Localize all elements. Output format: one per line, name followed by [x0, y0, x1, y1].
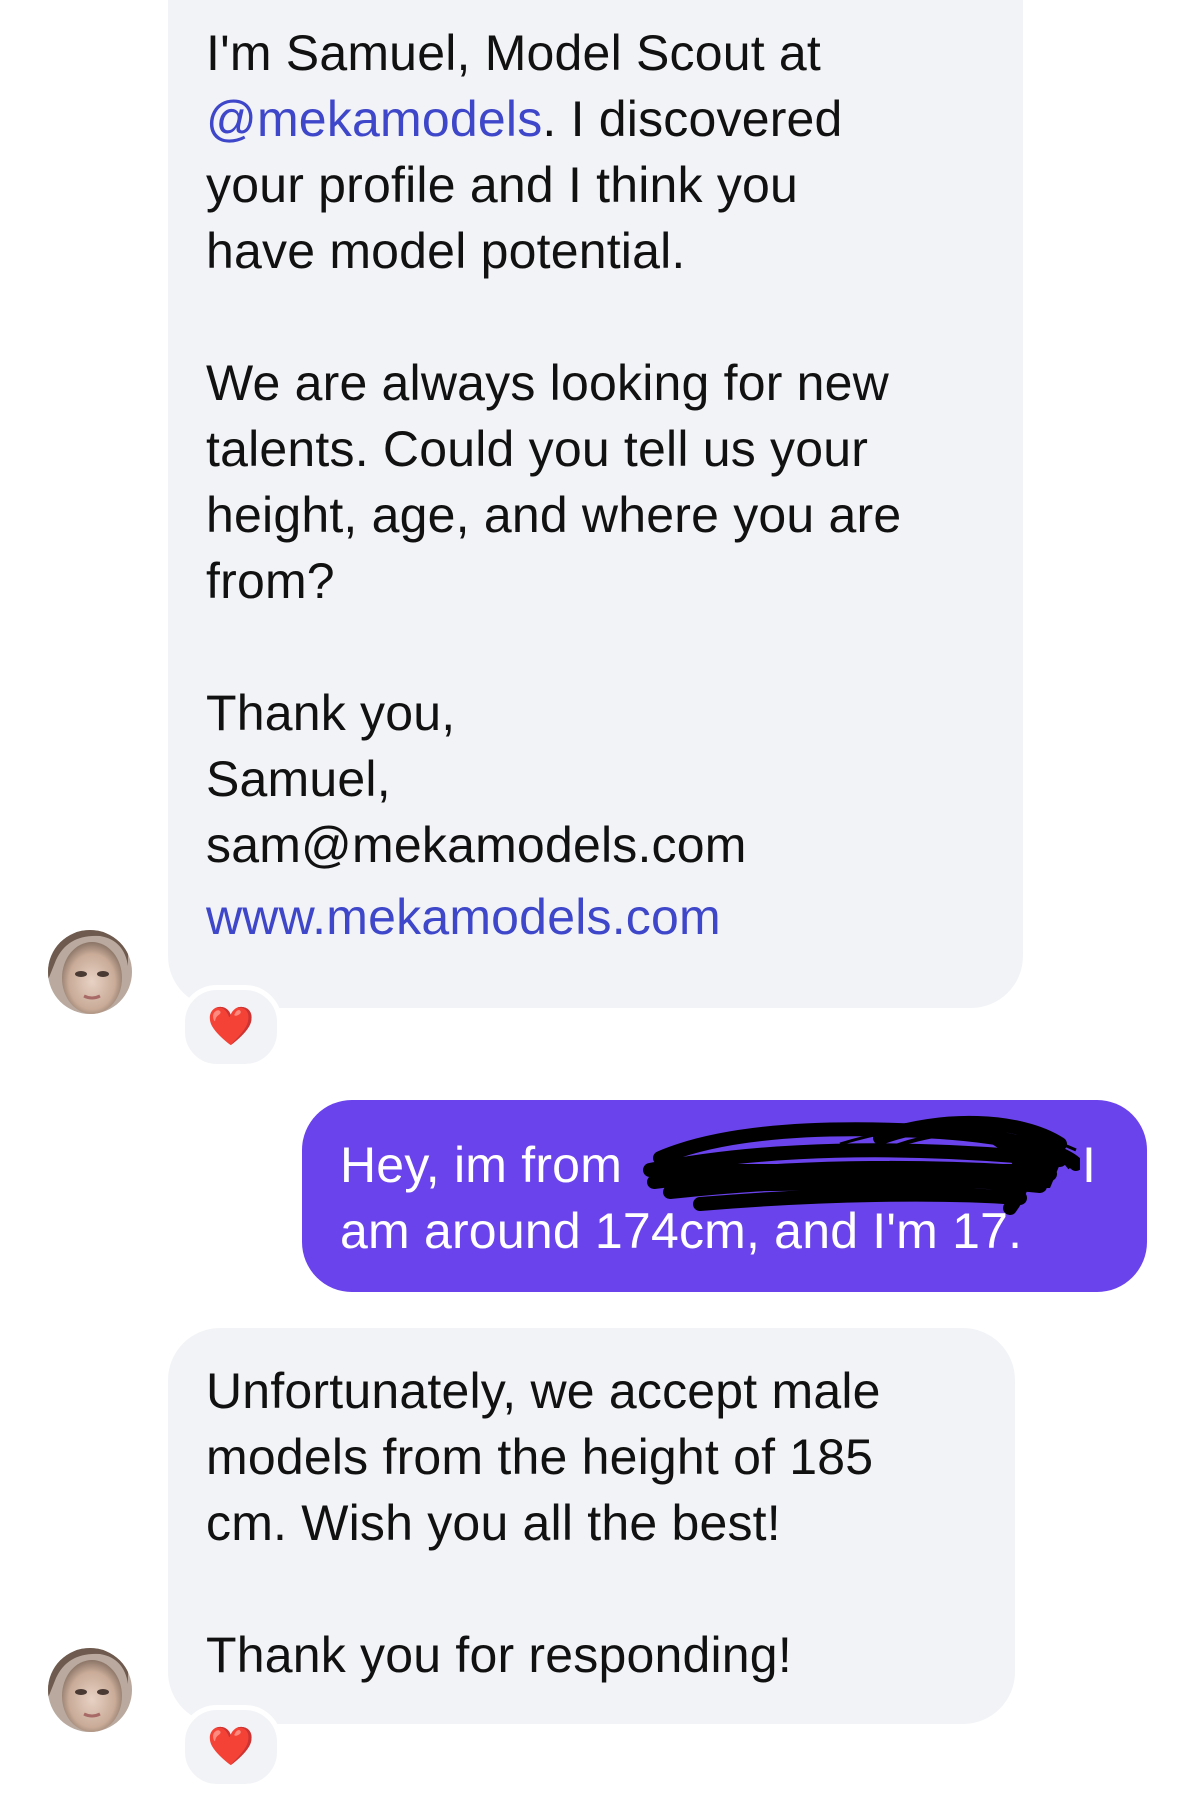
message-line: models from the height of 185 [206, 1429, 874, 1485]
message-line: Thank you, [206, 685, 456, 741]
message-paragraph: We are always looking for new talents. C… [206, 350, 1006, 614]
sender-avatar[interactable] [48, 930, 132, 1014]
message-text: Unfortunately, we accept male models fro… [206, 1358, 1006, 1688]
red-heart-icon: ❤️ [207, 1006, 255, 1048]
profile-photo-avatar-icon [48, 1648, 132, 1732]
mention-link[interactable]: @mekamodels [206, 91, 542, 147]
message-line: your profile and I think you [206, 157, 799, 213]
red-heart-icon: ❤️ [207, 1726, 255, 1768]
message-line: Thank you for responding! [206, 1627, 792, 1683]
message-line: have model potential. [206, 223, 686, 279]
message-text: I'm Samuel, Model Scout at @mekamodels. … [206, 20, 1006, 950]
reaction-badge[interactable]: ❤️ [180, 1705, 282, 1789]
message-paragraph: Thank you for responding! [206, 1622, 1006, 1688]
message-line: We are always looking for new [206, 355, 889, 411]
website-link[interactable]: www.mekamodels.com [206, 884, 1006, 950]
sender-avatar[interactable] [48, 1648, 132, 1732]
reaction-badge[interactable]: ❤️ [180, 985, 282, 1069]
message-paragraph: I'm Samuel, Model Scout at @mekamodels. … [206, 20, 1006, 284]
message-line: cm. Wish you all the best! [206, 1495, 781, 1551]
redaction-scribble [643, 1115, 1080, 1215]
outgoing-message-bubble[interactable]: Hey, im from am around 174cm, and I'm 17… [302, 1100, 1147, 1292]
message-paragraph: Unfortunately, we accept male models fro… [206, 1358, 1006, 1556]
email-text[interactable]: sam@mekamodels.com [206, 812, 1006, 878]
message-line: @mekamodels. I discovered [206, 91, 843, 147]
message-line: talents. Could you tell us your [206, 421, 869, 477]
incoming-message-bubble-2[interactable]: Unfortunately, we accept male models fro… [168, 1328, 1015, 1724]
message-line: height, age, and where you are [206, 487, 902, 543]
incoming-message-bubble-1[interactable]: I'm Samuel, Model Scout at @mekamodels. … [168, 0, 1023, 1008]
message-line: I'm Samuel, Model Scout at [206, 25, 822, 81]
message-line: Unfortunately, we accept male [206, 1363, 881, 1419]
message-trailing-text: I [1082, 1137, 1097, 1193]
message-line: from? [206, 553, 335, 609]
message-line: Samuel, [206, 751, 391, 807]
message-paragraph: Thank you, Samuel, sam@mekamodels.com ww… [206, 680, 1006, 950]
profile-photo-avatar-icon [48, 930, 132, 1014]
